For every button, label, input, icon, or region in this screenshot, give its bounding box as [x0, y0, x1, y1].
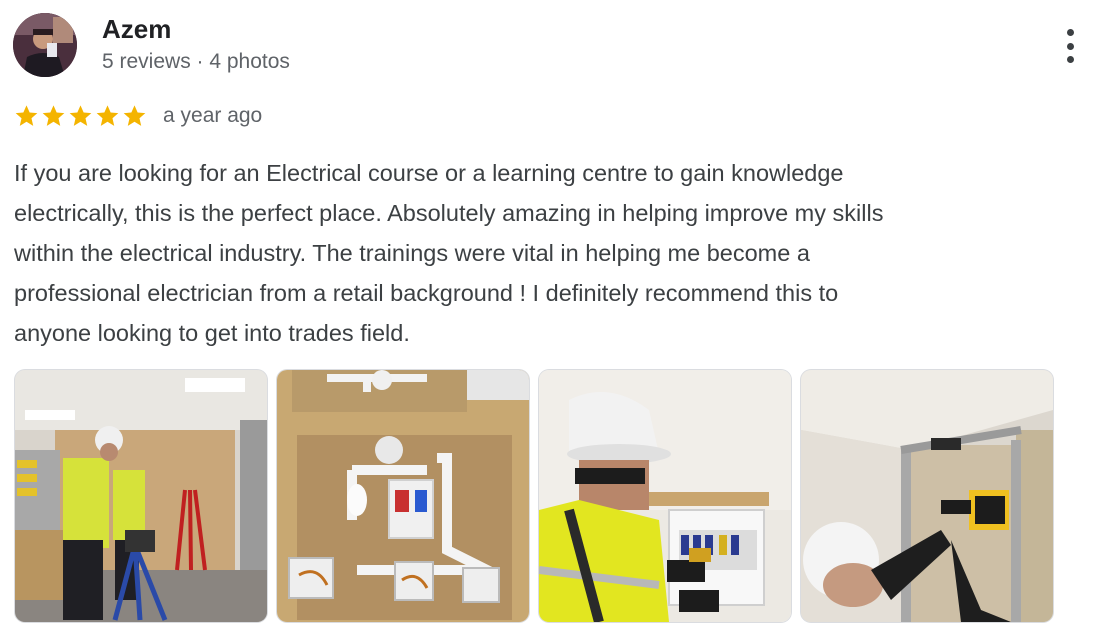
- star-icon: [42, 105, 65, 126]
- more-vertical-icon: [1066, 29, 1074, 36]
- review-photos: [15, 370, 1053, 622]
- more-vertical-icon-dot: [1066, 56, 1074, 63]
- review-photo-3[interactable]: [539, 370, 791, 622]
- drilling-wall-photo: [801, 370, 1053, 622]
- star-icon: [15, 105, 38, 126]
- star-icon: [123, 105, 146, 126]
- more-options-button[interactable]: [1054, 26, 1086, 66]
- star-icon: [69, 105, 92, 126]
- reviewer-name[interactable]: Azem: [102, 13, 171, 45]
- review-photo-4[interactable]: [801, 370, 1053, 622]
- star-rating: [13, 103, 148, 129]
- review-text: If you are looking for an Electrical cou…: [14, 160, 884, 346]
- wiring-board-photo: [277, 370, 529, 622]
- more-vertical-icon-dot: [1066, 42, 1074, 50]
- reviewer-stats: 5 reviews · 4 photos: [102, 50, 290, 73]
- avatar-image: [13, 13, 77, 77]
- star-icon: [96, 105, 119, 126]
- review-card: Azem 5 reviews · 4 photos a year ago If …: [0, 0, 1116, 644]
- consumer-unit-testing-photo: [539, 370, 791, 622]
- review-photo-1[interactable]: [15, 370, 267, 622]
- review-photo-2[interactable]: [277, 370, 529, 622]
- reviewer-avatar[interactable]: [13, 13, 77, 77]
- review-date: a year ago: [163, 104, 263, 127]
- rating-row: a year ago: [13, 101, 262, 131]
- training-workshop-photo: [15, 370, 267, 622]
